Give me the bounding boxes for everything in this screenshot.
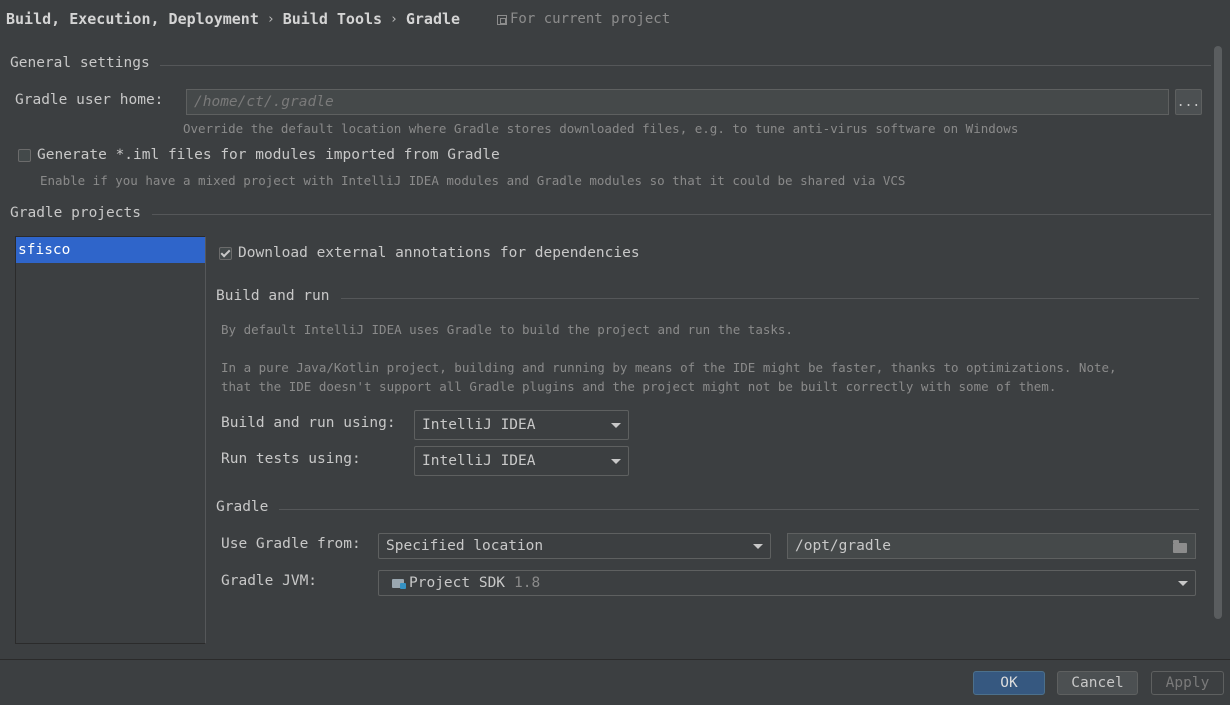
gradle-user-home-label: Gradle user home: [15, 92, 164, 108]
gradle-projects-list[interactable]: sfisco [15, 236, 206, 644]
use-gradle-from-value: Specified location [386, 538, 544, 554]
general-settings-divider [160, 65, 1211, 66]
build-run-using-dropdown[interactable]: IntelliJ IDEA [414, 410, 629, 440]
gradle-projects-title: Gradle projects [10, 205, 141, 221]
sdk-folder-icon [392, 577, 406, 589]
download-annotations-option[interactable]: Download external annotations for depend… [219, 245, 640, 261]
dropdown-arrow-icon [753, 544, 763, 549]
generate-iml-hint: Enable if you have a mixed project with … [40, 173, 906, 188]
generate-iml-checkbox[interactable] [18, 148, 31, 162]
gradle-jvm-dropdown[interactable]: Project SDK 1.8 [378, 570, 1196, 596]
build-and-run-note-line1: In a pure Java/Kotlin project, building … [221, 360, 1117, 375]
gradle-location-field[interactable]: /opt/gradle [787, 533, 1196, 559]
project-list-item-sfisco[interactable]: sfisco [16, 237, 205, 263]
dropdown-arrow-icon [611, 459, 621, 464]
project-scope-label: For current project [510, 11, 671, 27]
generate-iml-label: Generate *.iml files for modules importe… [37, 147, 500, 163]
gradle-user-home-field[interactable]: /home/ct/.gradle [186, 89, 1169, 115]
build-and-run-title: Build and run [216, 288, 330, 304]
run-tests-using-value: IntelliJ IDEA [422, 453, 536, 469]
apply-button[interactable]: Apply [1151, 671, 1224, 695]
gradle-section-divider [279, 509, 1199, 510]
download-annotations-label: Download external annotations for depend… [238, 245, 640, 261]
build-run-using-label: Build and run using: [221, 415, 396, 431]
vertical-scrollbar[interactable] [1214, 46, 1222, 619]
breadcrumb-separator: › [390, 11, 398, 27]
download-annotations-checkbox[interactable] [219, 246, 232, 260]
run-tests-using-dropdown[interactable]: IntelliJ IDEA [414, 446, 629, 476]
breadcrumb: Build, Execution, Deployment › Build Too… [6, 10, 460, 28]
browse-gradle-home-button[interactable]: ... [1175, 89, 1202, 115]
ok-button[interactable]: OK [973, 671, 1045, 695]
build-and-run-note-line2: that the IDE doesn't support all Gradle … [221, 379, 1057, 394]
gradle-jvm-label: Gradle JVM: [221, 573, 318, 589]
build-and-run-divider [341, 298, 1199, 299]
general-settings-title: General settings [10, 55, 150, 71]
dropdown-arrow-icon [1178, 581, 1188, 586]
gradle-user-home-hint: Override the default location where Grad… [183, 121, 1019, 136]
breadcrumb-item-gradle: Gradle [405, 10, 461, 28]
cancel-button[interactable]: Cancel [1057, 671, 1138, 695]
gradle-section-title: Gradle [216, 499, 269, 515]
breadcrumb-separator: › [266, 11, 275, 27]
run-tests-using-label: Run tests using: [221, 451, 361, 467]
breadcrumb-item-build-execution-deployment[interactable]: Build, Execution, Deployment [6, 10, 259, 28]
build-and-run-description: By default IntelliJ IDEA uses Gradle to … [221, 322, 793, 337]
breadcrumb-item-build-tools[interactable]: Build Tools [283, 10, 382, 28]
gradle-location-value: /opt/gradle [795, 538, 892, 554]
gradle-projects-divider [152, 214, 1211, 215]
use-gradle-from-dropdown[interactable]: Specified location [378, 533, 771, 559]
project-scope-indicator: For current project [497, 11, 670, 27]
use-gradle-from-label: Use Gradle from: [221, 536, 361, 552]
gradle-jvm-version: 1.8 [514, 575, 541, 591]
folder-icon[interactable] [1173, 540, 1187, 553]
footer-divider [0, 659, 1230, 660]
gradle-jvm-value: Project SDK [409, 575, 506, 591]
project-scope-icon [497, 15, 507, 25]
build-run-using-value: IntelliJ IDEA [422, 417, 536, 433]
generate-iml-option[interactable]: Generate *.iml files for modules importe… [18, 147, 500, 163]
dropdown-arrow-icon [611, 423, 621, 428]
